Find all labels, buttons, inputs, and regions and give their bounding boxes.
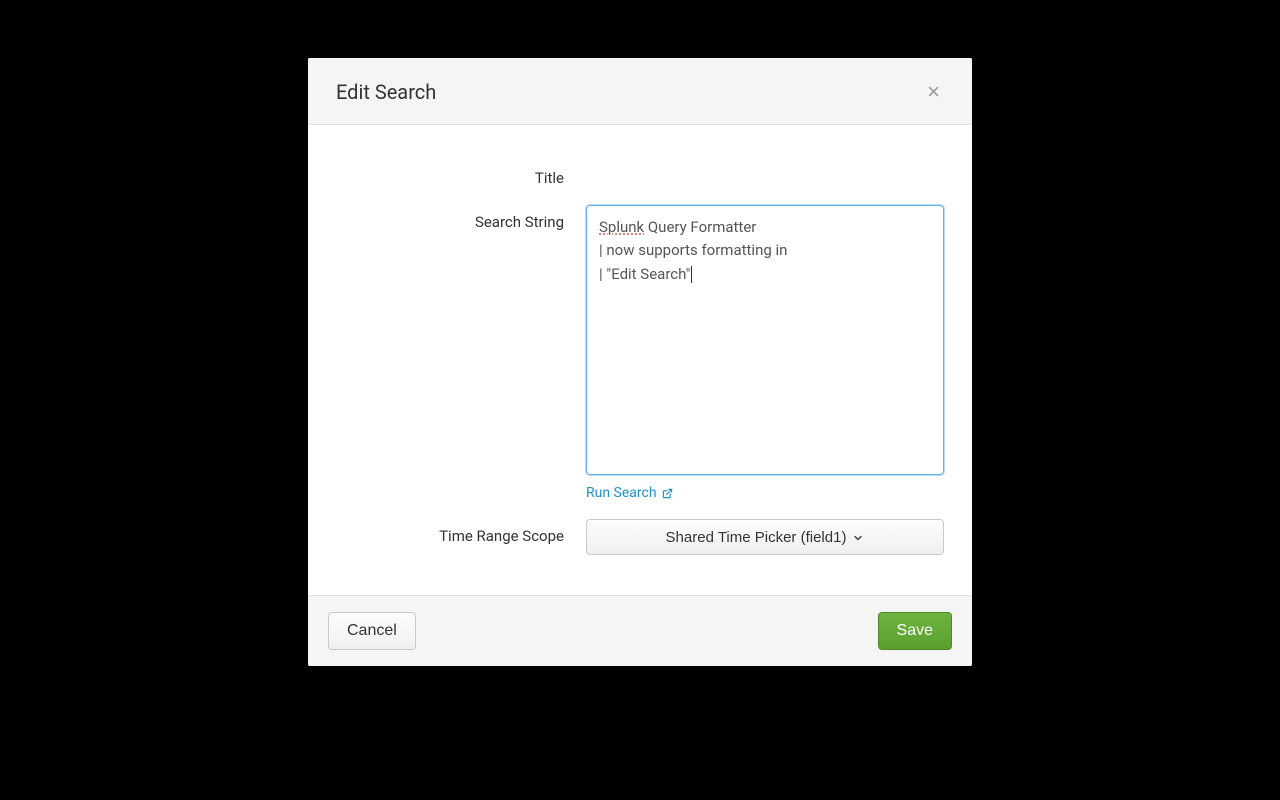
title-label: Title (336, 161, 586, 187)
title-row: Title (336, 161, 944, 187)
time-range-field-wrapper: Shared Time Picker (field1) (586, 519, 944, 555)
run-search-link[interactable]: Run Search (586, 485, 673, 501)
chevron-down-icon (852, 531, 864, 543)
time-range-value: Shared Time Picker (field1) (666, 529, 847, 546)
time-range-label: Time Range Scope (336, 519, 586, 555)
search-string-row: Search String Splunk Query Formatter| no… (336, 205, 944, 501)
time-range-dropdown[interactable]: Shared Time Picker (field1) (586, 519, 944, 555)
modal-title: Edit Search (336, 80, 436, 104)
spellcheck-underline: Splunk (599, 218, 644, 236)
edit-search-modal: Edit Search × Title Search String Splunk… (308, 58, 972, 666)
cancel-button[interactable]: Cancel (328, 612, 416, 650)
search-string-field-wrapper: Splunk Query Formatter| now supports for… (586, 205, 944, 501)
modal-body: Title Search String Splunk Query Formatt… (308, 125, 972, 595)
external-link-icon (662, 488, 673, 499)
modal-footer: Cancel Save (308, 595, 972, 666)
modal-header: Edit Search × (308, 58, 972, 125)
search-string-input[interactable]: Splunk Query Formatter| now supports for… (586, 205, 944, 475)
close-button[interactable]: × (923, 81, 944, 103)
time-range-row: Time Range Scope Shared Time Picker (fie… (336, 519, 944, 555)
title-field-wrapper (586, 161, 944, 187)
text-cursor (691, 266, 692, 283)
close-icon: × (927, 79, 940, 104)
save-button[interactable]: Save (878, 612, 952, 650)
search-string-label: Search String (336, 205, 586, 501)
run-search-label: Run Search (586, 485, 657, 501)
